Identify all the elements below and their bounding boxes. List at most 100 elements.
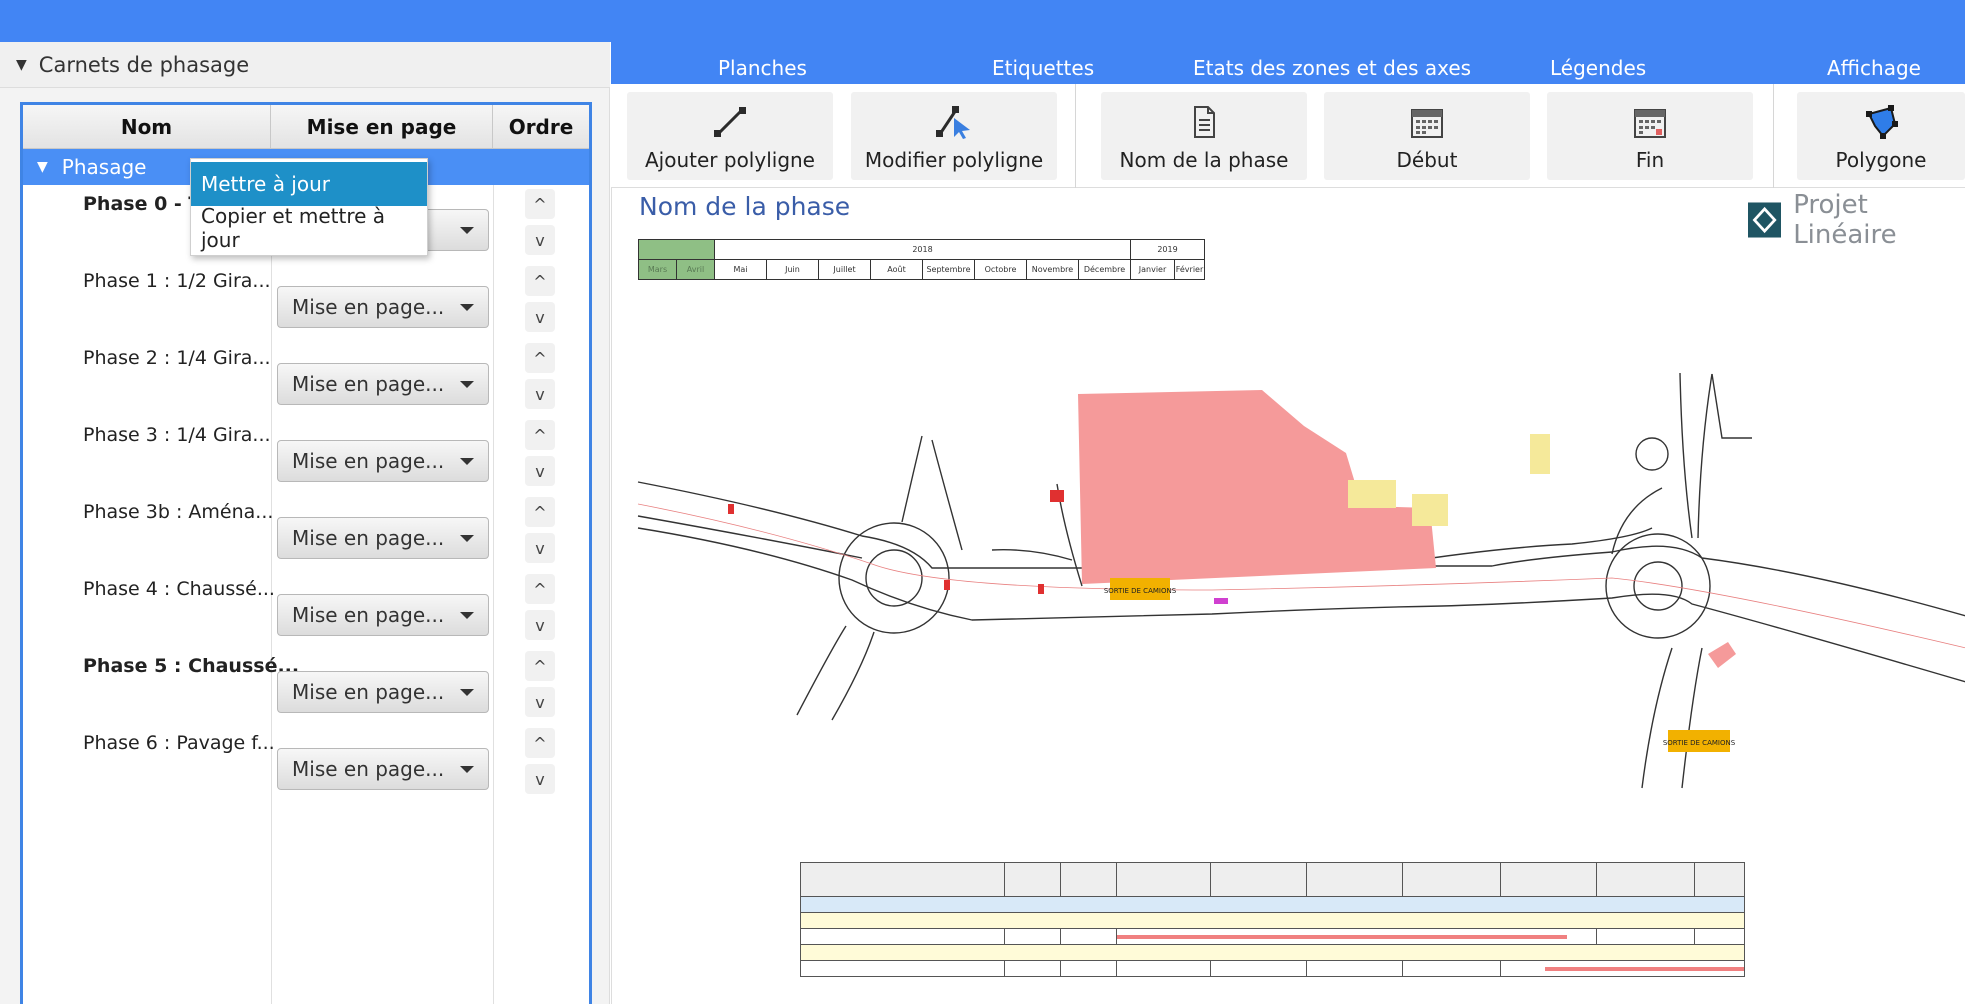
tool-label: Ajouter polyligne <box>645 148 815 172</box>
timeline-year: 2018 <box>714 239 1131 260</box>
move-up-button[interactable]: ^ <box>525 574 555 604</box>
move-down-button[interactable]: v <box>525 302 555 332</box>
layout-select-value: Mise en page... <box>292 680 445 704</box>
move-up-button[interactable]: ^ <box>525 728 555 758</box>
expand-triangle-icon[interactable]: ▼ <box>37 159 48 175</box>
move-down-button[interactable]: v <box>525 687 555 717</box>
building-shape <box>1530 434 1550 474</box>
context-menu: Mettre à jour Copier et mettre à jour <box>190 158 428 256</box>
start-date-button[interactable]: Début <box>1324 92 1530 180</box>
layout-select-value: Mise en page... <box>292 449 445 473</box>
move-down-button[interactable]: v <box>525 533 555 563</box>
menu-item-copy-and-update[interactable]: Copier et mettre à jour <box>191 204 427 252</box>
layout-select-value: Mise en page... <box>292 526 445 550</box>
move-up-button[interactable]: ^ <box>525 266 555 296</box>
tab-affichage[interactable]: Affichage <box>1827 56 1921 80</box>
move-up-button[interactable]: ^ <box>525 420 555 450</box>
move-down-button[interactable]: v <box>525 610 555 640</box>
signal-marker <box>728 504 734 514</box>
menu-item-update[interactable]: Mettre à jour <box>191 162 427 206</box>
layout-select-value: Mise en page... <box>292 372 445 396</box>
dropdown-caret-icon <box>460 227 474 234</box>
table-header: Nom Mise en page Ordre <box>23 105 589 149</box>
phase-name: Phase 2 : 1/4 Gira... <box>83 347 271 369</box>
phase-name: Phase 1 : 1/2 Gira... <box>83 270 271 292</box>
panel-header[interactable]: ▼ Carnets de phasage <box>0 42 610 88</box>
move-up-button[interactable]: ^ <box>525 189 555 219</box>
phase-name: Phase 3 : 1/4 Gira... <box>83 424 271 446</box>
layout-select[interactable]: Mise en page... <box>277 671 489 713</box>
table-row[interactable]: Phase 2 : 1/4 Gira... Mise en page... ^ … <box>23 341 589 418</box>
layout-select[interactable]: Mise en page... <box>277 363 489 405</box>
logo: Projet Linéaire <box>1748 190 1965 250</box>
tab-etiquettes[interactable]: Etiquettes <box>992 56 1094 80</box>
dropdown-caret-icon <box>460 535 474 542</box>
truck-exit-sign[interactable]: SORTIE DE CAMIONS <box>1663 730 1736 752</box>
polygon-button[interactable]: Polygone <box>1797 92 1965 180</box>
work-zone-polygon-small[interactable] <box>1708 642 1736 668</box>
polygon-icon <box>1866 105 1898 139</box>
tab-planches[interactable]: Planches <box>718 56 807 80</box>
table-row[interactable]: Phase 1 : 1/2 Gira... Mise en page... ^ … <box>23 264 589 341</box>
dropdown-caret-icon <box>460 304 474 311</box>
move-down-button[interactable]: v <box>525 456 555 486</box>
modify-polyline-button[interactable]: Modifier polyligne <box>851 92 1057 180</box>
dropdown-caret-icon <box>460 689 474 696</box>
signal-marker <box>1038 584 1044 594</box>
gantt-table <box>800 862 1745 977</box>
sign-label: SORTIE DE CAMIONS <box>1663 739 1736 747</box>
toolbar: Ajouter polyligne Modifier polyligne Nom… <box>611 84 1965 188</box>
projet-lineaire-logo-icon <box>1748 202 1782 238</box>
layout-select-value: Mise en page... <box>292 603 445 627</box>
move-up-button[interactable]: ^ <box>525 651 555 681</box>
tab-legendes[interactable]: Légendes <box>1550 56 1646 80</box>
move-down-button[interactable]: v <box>525 379 555 409</box>
phase-name: Phase 4 : Chaussé... <box>83 578 275 600</box>
phase-name: Phase 6 : Pavage f... <box>83 732 275 754</box>
phase-title[interactable]: Nom de la phase <box>639 192 850 221</box>
marker <box>1214 598 1228 604</box>
tool-label: Modifier polyligne <box>864 148 1044 172</box>
column-header-mise-en-page[interactable]: Mise en page <box>271 105 493 149</box>
layout-select[interactable]: Mise en page... <box>277 517 489 559</box>
phase-name: Phase 5 : Chaussé... <box>83 655 300 677</box>
tool-label: Nom de la phase <box>1119 148 1289 172</box>
road-plan-drawing[interactable]: SORTIE DE CAMIONS SORTIE DE CAMIONS <box>612 268 1965 868</box>
column-header-ordre[interactable]: Ordre <box>493 105 589 149</box>
move-up-button[interactable]: ^ <box>525 497 555 527</box>
app-top-bar <box>0 0 1965 42</box>
layout-select-value: Mise en page... <box>292 757 445 781</box>
signal-marker <box>1050 490 1064 502</box>
tool-label: Début <box>1396 148 1458 172</box>
table-row[interactable]: Phase 5 : Chaussé... Mise en page... ^ v <box>23 649 589 726</box>
signal-marker <box>944 580 950 590</box>
collapse-triangle-icon[interactable]: ▼ <box>16 57 27 73</box>
table-row[interactable]: Phase 4 : Chaussé... Mise en page... ^ v <box>23 572 589 649</box>
drawing-canvas[interactable]: Nom de la phase Projet Linéaire 2018 201… <box>611 188 1965 1004</box>
tab-etats-zones-axes[interactable]: Etats des zones et des axes <box>1193 56 1471 80</box>
dropdown-caret-icon <box>460 381 474 388</box>
timeline-year: 2019 <box>1130 239 1205 260</box>
truck-exit-sign[interactable]: SORTIE DE CAMIONS <box>1104 578 1177 600</box>
layout-select[interactable]: Mise en page... <box>277 286 489 328</box>
column-header-nom[interactable]: Nom <box>23 105 271 149</box>
modify-polyline-icon <box>936 106 970 139</box>
add-polyline-button[interactable]: Ajouter polyligne <box>627 92 833 180</box>
phase-name-button[interactable]: Nom de la phase <box>1101 92 1307 180</box>
table-row[interactable]: Phase 3b : Aména... Mise en page... ^ v <box>23 495 589 572</box>
logo-text: Projet Linéaire <box>1793 190 1897 250</box>
dropdown-caret-icon <box>460 458 474 465</box>
tool-label: Polygone <box>1835 148 1927 172</box>
end-date-button[interactable]: Fin <box>1547 92 1753 180</box>
tool-label: Fin <box>1635 148 1665 172</box>
move-up-button[interactable]: ^ <box>525 343 555 373</box>
layout-select[interactable]: Mise en page... <box>277 748 489 790</box>
layout-select[interactable]: Mise en page... <box>277 440 489 482</box>
move-down-button[interactable]: v <box>525 225 555 255</box>
dropdown-caret-icon <box>460 612 474 619</box>
group-label: Phasage <box>61 155 147 179</box>
table-row[interactable]: Phase 6 : Pavage f... Mise en page... ^ … <box>23 726 589 803</box>
layout-select[interactable]: Mise en page... <box>277 594 489 636</box>
table-row[interactable]: Phase 3 : 1/4 Gira... Mise en page... ^ … <box>23 418 589 495</box>
move-down-button[interactable]: v <box>525 764 555 794</box>
